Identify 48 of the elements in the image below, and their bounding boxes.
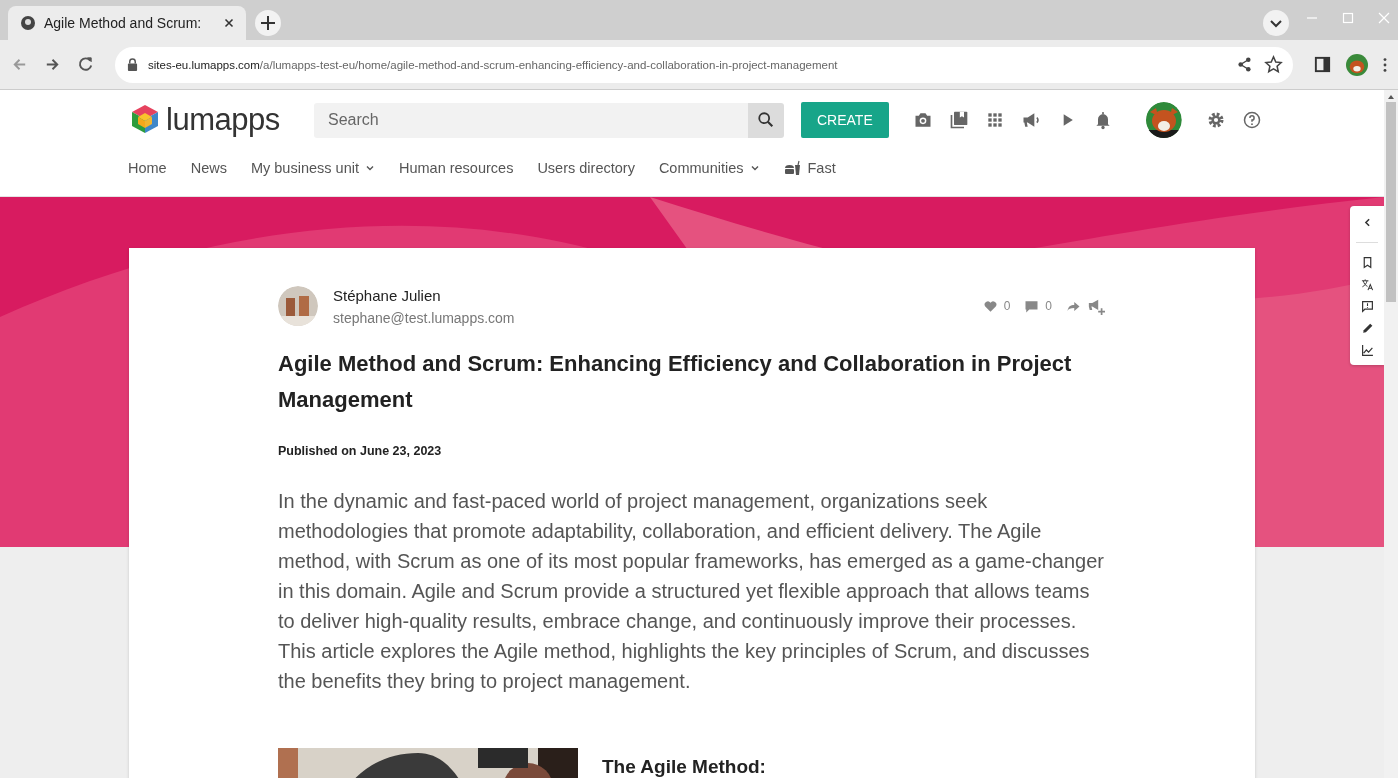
article-title: Agile Method and Scrum: Enhancing Efficiency and Collaboration in Project Management	[278, 350, 1073, 414]
nav-link[interactable]: Communities	[658, 160, 760, 176]
scroll-up-icon[interactable]	[1387, 94, 1395, 100]
nav-link[interactable]: Users directory	[537, 160, 635, 176]
nav-link[interactable]: Human resources	[398, 160, 514, 176]
section-heading: The Agile Method:	[602, 756, 766, 778]
url-text: sites-eu.lumapps.com/a/lumapps-test-eu/home/agile-method-and-scrum-enhancing-efficiency-and-collaboration-in-project-management	[148, 58, 838, 71]
search-button[interactable]	[748, 102, 784, 138]
favicon-icon	[20, 15, 36, 31]
profile-avatar[interactable]	[1346, 53, 1368, 76]
more-icon[interactable]	[1382, 55, 1388, 74]
chart-icon[interactable]	[1360, 344, 1374, 357]
help-icon[interactable]	[1241, 110, 1262, 130]
translate-icon[interactable]	[1360, 278, 1374, 291]
user-avatar[interactable]	[1145, 102, 1182, 138]
close-icon[interactable]	[222, 16, 236, 30]
food-icon	[783, 160, 802, 176]
search-field[interactable]: Search	[314, 102, 748, 138]
lock-icon	[127, 58, 138, 71]
nav-link[interactable]: Fast	[783, 160, 836, 176]
chevron-down-icon[interactable]	[1262, 9, 1290, 37]
new-tab-icon[interactable]	[254, 9, 282, 37]
side-panel-icon[interactable]	[1313, 55, 1332, 74]
nav-link[interactable]: Home	[128, 160, 167, 176]
intro-paragraph: In the dynamic and fast-paced world of project management, organizations seek methodologies that promote adaptability, collaboration, and efficient delivery. The Agile method, with Scrum as one of its most popular frameworks, has emerged as a game-changer in this domain. Agile and Scrum provide a structured yet flexible approach that allows teams to deliver high-quality results, embrace change, and continuously improve their processes. This article explores the Agile method, highlights the key principles of Scrum, and discusses the benefits they bring to project management.	[278, 489, 1105, 694]
reload-icon[interactable]	[76, 55, 95, 74]
scrollbar-thumb[interactable]	[1386, 102, 1396, 302]
heart-icon[interactable]	[982, 298, 998, 314]
publish-date: Published on June 23, 2023	[278, 444, 443, 458]
star-icon[interactable]	[1264, 55, 1283, 74]
chevron-down-icon	[749, 163, 760, 173]
like-count: 0	[1003, 299, 1011, 313]
browser-tab[interactable]: Agile Method and Scrum:	[8, 6, 246, 40]
comment-icon[interactable]	[1024, 298, 1040, 314]
chevron-down-icon	[364, 163, 375, 173]
author-name[interactable]: Stéphane Julien	[333, 286, 515, 304]
logo[interactable]: lumapps	[128, 102, 314, 138]
pencil-icon[interactable]	[1360, 322, 1374, 335]
comment-count: 0	[1045, 299, 1052, 313]
feedback-icon[interactable]	[1360, 300, 1374, 313]
library-icon[interactable]	[948, 110, 969, 130]
author-email: stephane@test.lumapps.com	[333, 309, 515, 326]
megaphone-add-icon[interactable]	[1087, 297, 1106, 315]
scrollbar[interactable]	[1384, 90, 1398, 778]
address-field[interactable]: sites-eu.lumapps.com/a/lumapps-test-eu/home/agile-method-and-scrum-enhancing-efficiency-and-collaboration-in-project-management	[115, 46, 1293, 83]
nav-link[interactable]: My business unit	[250, 160, 375, 176]
search-icon	[757, 111, 775, 129]
nav-link[interactable]: News	[190, 160, 227, 176]
